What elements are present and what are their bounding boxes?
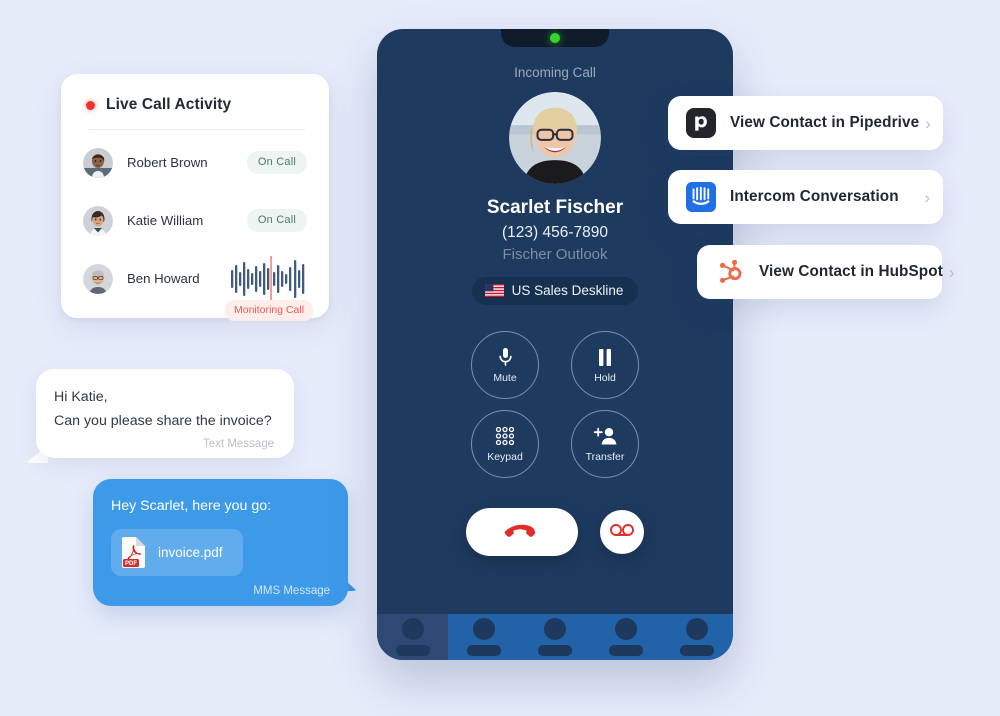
active-call-led-icon (550, 33, 560, 43)
incoming-message-type: Text Message (203, 438, 274, 450)
integration-label: Intercom Conversation (730, 188, 899, 205)
outgoing-message-line-1: Hey Scarlet, here you go: (111, 498, 272, 514)
pause-icon (598, 346, 612, 368)
mute-button[interactable]: Mute (471, 331, 539, 399)
caller-phone-number: (123) 456-7890 (502, 224, 608, 241)
status-badge: On Call (246, 151, 307, 174)
contact-bar-icon (680, 645, 715, 656)
contact-avatar-icon (686, 618, 709, 640)
list-item-name: Robert Brown (127, 155, 208, 170)
pipedrive-icon (686, 108, 716, 138)
keypad-label: Keypad (487, 451, 523, 463)
deskline-badge[interactable]: US Sales Deskline (471, 277, 639, 305)
keypad-button[interactable]: Keypad (471, 410, 539, 478)
outgoing-message-bubble[interactable]: Hey Scarlet, here you go: PDF invoice.pd… (93, 479, 348, 606)
add-person-icon (593, 425, 617, 447)
us-flag-icon (484, 284, 504, 297)
dock-item-2[interactable] (448, 614, 519, 660)
chevron-right-icon: › (924, 187, 930, 207)
avatar (83, 263, 113, 294)
caller-source: Fischer Outlook (502, 246, 608, 263)
incoming-message-line-1: Hi Katie, (54, 389, 108, 405)
phone-notch (501, 29, 609, 47)
voicemail-icon (610, 523, 634, 542)
caller-avatar (509, 92, 601, 184)
contact-avatar-icon (401, 618, 424, 640)
voicemail-button[interactable] (600, 510, 644, 554)
monitoring-waveform: Monitoring Call (225, 255, 314, 321)
intercom-icon (686, 182, 716, 212)
call-status-label: Incoming Call (514, 65, 596, 80)
phone-dock (377, 614, 733, 660)
integration-label: View Contact in HubSpot (759, 263, 943, 280)
list-item-name: Ben Howard (127, 271, 200, 286)
attachment-filename: invoice.pdf (158, 545, 223, 560)
end-call-button[interactable] (466, 508, 578, 556)
integration-card-pipedrive[interactable]: View Contact in Pipedrive › (668, 96, 943, 150)
incoming-message-line-2: Can you please share the invoice? (54, 413, 272, 429)
list-item[interactable]: Ben Howard Monitoring Call (83, 253, 314, 321)
deskline-label: US Sales Deskline (511, 283, 624, 298)
list-item-name: Katie William (127, 213, 204, 228)
contact-bar-icon (538, 645, 572, 656)
call-controls-grid: Mute Hold Keypad Transfer (455, 331, 655, 478)
chevron-right-icon: › (925, 113, 931, 133)
waveform-icon (231, 255, 305, 302)
attachment-chip[interactable]: PDF invoice.pdf (111, 529, 243, 576)
avatar (83, 205, 113, 236)
transfer-button[interactable]: Transfer (571, 410, 639, 478)
pdf-file-icon: PDF (121, 537, 146, 568)
live-call-activity-card: Live Call Activity Robert Brown On Call … (61, 74, 329, 321)
hold-label: Hold (594, 372, 616, 384)
live-call-activity-header: Live Call Activity (83, 96, 307, 114)
list-item[interactable]: Katie William On Call (83, 195, 307, 246)
incoming-message-bubble[interactable]: Hi Katie, Can you please share the invoi… (36, 369, 294, 458)
avatar (83, 147, 113, 178)
microphone-icon (498, 346, 513, 368)
dock-item-5[interactable] (662, 614, 733, 660)
integration-card-hubspot[interactable]: View Contact in HubSpot › (697, 245, 955, 299)
list-item[interactable]: Robert Brown On Call (83, 137, 307, 188)
call-action-row (377, 508, 733, 556)
dialpad-icon (495, 425, 515, 447)
contact-avatar-icon (544, 618, 566, 640)
mute-label: Mute (493, 372, 517, 384)
outgoing-message-type: MMS Message (253, 585, 330, 597)
app-canvas: Live Call Activity Robert Brown On Call … (0, 0, 1000, 716)
contact-avatar-icon (472, 618, 495, 640)
svg-text:PDF: PDF (125, 561, 137, 567)
integration-label: View Contact in Pipedrive (730, 114, 920, 131)
transfer-label: Transfer (585, 451, 625, 463)
contact-avatar-icon (615, 618, 638, 640)
hold-button[interactable]: Hold (571, 331, 639, 399)
dock-item-4[interactable] (591, 614, 662, 660)
contact-bar-icon (466, 645, 501, 656)
status-badge: On Call (246, 209, 307, 232)
live-indicator-dot (86, 100, 95, 110)
monitoring-call-badge: Monitoring Call (225, 299, 314, 321)
dock-item-1[interactable] (377, 614, 449, 660)
chevron-right-icon: › (948, 262, 955, 282)
contact-bar-icon (609, 645, 644, 656)
hangup-icon (500, 520, 544, 545)
divider (89, 129, 305, 130)
live-call-activity-title: Live Call Activity (106, 96, 232, 113)
integration-card-intercom[interactable]: Intercom Conversation › (668, 170, 943, 224)
contact-bar-icon (395, 645, 430, 656)
dock-item-3[interactable] (519, 614, 590, 660)
hubspot-icon (715, 257, 745, 287)
